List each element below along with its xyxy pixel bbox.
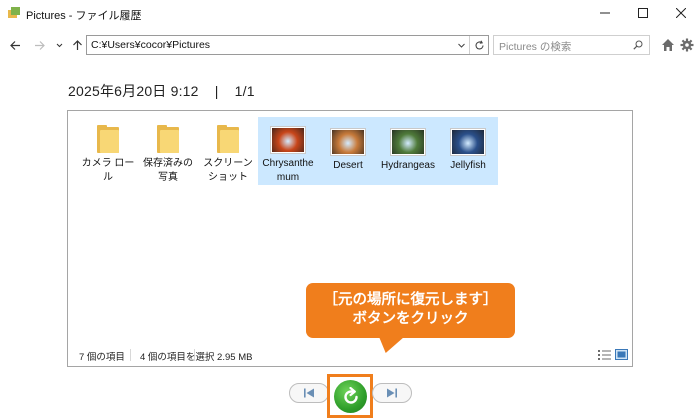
- version-date: 2025年6月20日 9:12: [68, 83, 199, 99]
- item-label: 保存済みの写真: [143, 158, 193, 183]
- image-thumbnail: [270, 123, 306, 153]
- title-bar: Pictures - ファイル履歴: [0, 0, 700, 28]
- status-selection: 4 個の項目を選択 2.95 MB: [140, 352, 253, 363]
- file-history-app-icon: [8, 7, 20, 18]
- version-controls: [0, 373, 700, 419]
- settings-button[interactable]: [678, 36, 695, 53]
- folder-icon: [210, 123, 246, 153]
- back-button[interactable]: [8, 37, 22, 53]
- folder-item[interactable]: 保存済みの写真: [138, 117, 198, 185]
- item-label: Chrysanthemum: [262, 158, 314, 183]
- folder-icon: [150, 123, 186, 153]
- restore-arrow-icon: [343, 386, 358, 404]
- arrow-left-icon: [9, 40, 20, 50]
- minimize-button[interactable]: [586, 0, 624, 26]
- maximize-button[interactable]: [624, 0, 662, 26]
- item-label: スクリーンショット: [203, 158, 253, 183]
- chevron-down-icon: [457, 43, 465, 48]
- up-button[interactable]: [70, 37, 84, 53]
- restore-button[interactable]: [334, 380, 367, 413]
- status-separator: [130, 349, 131, 361]
- search-placeholder: Pictures の検索: [499, 41, 572, 53]
- image-thumbnail: [330, 123, 366, 155]
- image-item[interactable]: Jellyfish: [438, 117, 498, 185]
- forward-button[interactable]: [32, 37, 46, 53]
- minimize-icon: [600, 12, 610, 14]
- arrow-up-icon: [72, 39, 82, 50]
- home-icon: [661, 38, 674, 51]
- address-text: C:¥Users¥cocor¥Pictures: [91, 39, 211, 51]
- version-separator: |: [214, 83, 219, 99]
- image-item[interactable]: Hydrangeas: [378, 117, 438, 185]
- item-label: Desert: [333, 160, 363, 171]
- previous-version-button[interactable]: [289, 383, 329, 403]
- search-icon: [633, 40, 643, 50]
- skip-next-icon: [387, 388, 397, 398]
- search-box[interactable]: Pictures の検索: [493, 35, 650, 55]
- status-item-count: 7 個の項目: [79, 352, 125, 363]
- gear-icon: [680, 38, 693, 51]
- refresh-button[interactable]: [469, 36, 488, 54]
- chevron-down-icon: [56, 43, 62, 47]
- close-button[interactable]: [662, 0, 700, 26]
- arrow-right-icon: [34, 40, 45, 50]
- image-thumbnail: [390, 123, 426, 155]
- maximize-icon: [638, 8, 648, 18]
- folder-item[interactable]: カメラ ロール: [78, 117, 138, 185]
- large-icons-view-icon[interactable]: [615, 349, 628, 360]
- image-thumbnail: [450, 123, 486, 155]
- version-index: 1/1: [234, 83, 255, 99]
- callout-line-2: ボタンをクリック: [352, 311, 469, 327]
- instruction-callout: ［元の場所に復元します］ ボタンをクリック: [306, 283, 515, 338]
- image-item[interactable]: Desert: [318, 117, 378, 185]
- close-icon: [676, 8, 686, 18]
- item-label: Jellyfish: [450, 160, 486, 171]
- version-heading: 2025年6月20日 9:12 | 1/1: [68, 81, 255, 101]
- restore-highlight: [327, 374, 373, 418]
- refresh-icon: [474, 40, 484, 49]
- file-items: カメラ ロール 保存済みの写真 スクリーンショット Chrysanthemum Dese…: [78, 117, 498, 185]
- folder-icon: [90, 123, 126, 153]
- recent-locations-button[interactable]: [52, 37, 66, 53]
- status-bar: 7 個の項目 4 個の項目を選択 2.95 MB: [68, 344, 632, 366]
- item-label: カメラ ロール: [81, 158, 135, 183]
- address-bar[interactable]: C:¥Users¥cocor¥Pictures: [86, 35, 489, 55]
- item-label: Hydrangeas: [381, 160, 435, 171]
- skip-previous-icon: [304, 388, 314, 398]
- folder-item[interactable]: スクリーンショット: [198, 117, 258, 185]
- details-view-icon[interactable]: [598, 349, 611, 360]
- callout-line-1: ［元の場所に復元します］: [323, 292, 498, 308]
- next-version-button[interactable]: [372, 383, 412, 403]
- image-item[interactable]: Chrysanthemum: [258, 117, 318, 185]
- home-button[interactable]: [659, 36, 676, 53]
- address-dropdown-button[interactable]: [453, 36, 469, 54]
- window-title: Pictures - ファイル履歴: [26, 10, 142, 22]
- navigation-bar: C:¥Users¥cocor¥Pictures Pictures の検索: [0, 33, 700, 57]
